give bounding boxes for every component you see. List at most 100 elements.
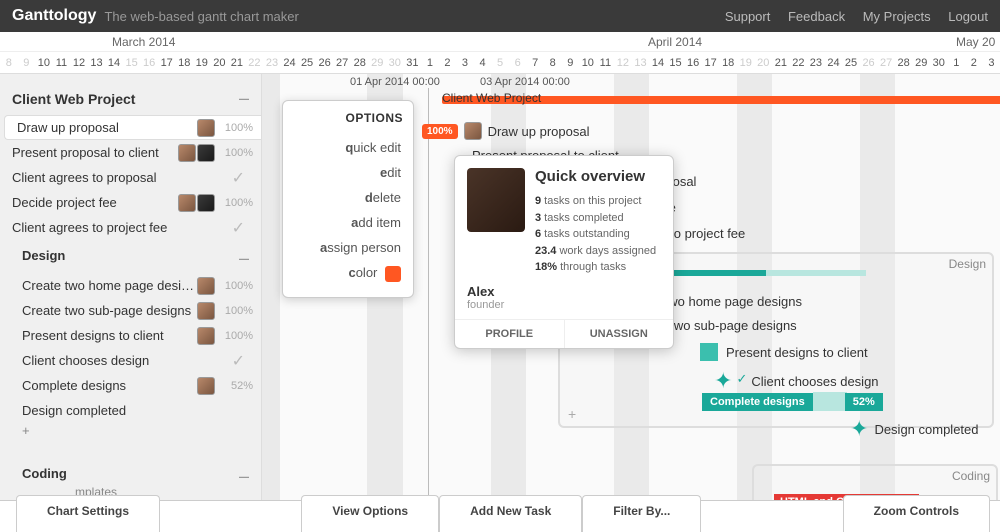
day-cell[interactable]: 17 bbox=[158, 52, 176, 73]
day-cell[interactable]: 18 bbox=[175, 52, 193, 73]
unassign-button[interactable]: UNASSIGN bbox=[565, 320, 674, 348]
day-cell[interactable]: 21 bbox=[228, 52, 246, 73]
day-cell[interactable]: 18 bbox=[719, 52, 737, 73]
day-cell[interactable]: 12 bbox=[614, 52, 632, 73]
day-cell[interactable]: 28 bbox=[895, 52, 913, 73]
day-cell[interactable]: 1 bbox=[948, 52, 966, 73]
day-cell[interactable]: 16 bbox=[140, 52, 158, 73]
day-cell[interactable]: 7 bbox=[526, 52, 544, 73]
day-cell[interactable]: 24 bbox=[825, 52, 843, 73]
day-cell[interactable]: 6 bbox=[509, 52, 527, 73]
design-header[interactable]: Design – bbox=[0, 240, 261, 273]
day-cell[interactable]: 8 bbox=[544, 52, 562, 73]
task-row[interactable]: Complete designs52% bbox=[0, 373, 261, 398]
day-cell[interactable]: 3 bbox=[983, 52, 1000, 73]
day-cell[interactable]: 21 bbox=[772, 52, 790, 73]
add-task-icon[interactable]: + bbox=[0, 423, 261, 438]
task-row[interactable]: Create two home page designs100% bbox=[0, 273, 261, 298]
day-cell[interactable]: 13 bbox=[632, 52, 650, 73]
day-cell[interactable]: 14 bbox=[649, 52, 667, 73]
task-row[interactable]: Client agrees to proposal✓ bbox=[0, 165, 261, 190]
chart-settings-button[interactable]: Chart Settings bbox=[16, 495, 160, 532]
day-cell[interactable]: 15 bbox=[667, 52, 685, 73]
day-cell[interactable]: 24 bbox=[281, 52, 299, 73]
task-row[interactable]: Decide project fee100% bbox=[0, 190, 261, 215]
avatar-icon[interactable] bbox=[197, 327, 215, 345]
filter-by-button[interactable]: Filter By... bbox=[582, 495, 701, 532]
option-item[interactable]: color bbox=[293, 260, 403, 287]
task-row[interactable]: Client chooses design✓ bbox=[0, 348, 261, 373]
day-cell[interactable]: 19 bbox=[737, 52, 755, 73]
day-cell[interactable]: 19 bbox=[193, 52, 211, 73]
day-cell[interactable]: 12 bbox=[70, 52, 88, 73]
nav-my-projects[interactable]: My Projects bbox=[863, 9, 931, 24]
day-cell[interactable]: 2 bbox=[965, 52, 983, 73]
option-item[interactable]: edit bbox=[293, 160, 403, 185]
task-row[interactable]: Client agrees to project fee✓ bbox=[0, 215, 261, 240]
day-cell[interactable]: 11 bbox=[53, 52, 71, 73]
day-cell[interactable]: 20 bbox=[211, 52, 229, 73]
option-item[interactable]: add item bbox=[293, 210, 403, 235]
day-cell[interactable]: 25 bbox=[298, 52, 316, 73]
avatar-icon[interactable] bbox=[464, 122, 482, 140]
add-icon[interactable]: + bbox=[568, 406, 576, 422]
day-cell[interactable]: 28 bbox=[351, 52, 369, 73]
day-cell[interactable]: 26 bbox=[316, 52, 334, 73]
day-cell[interactable]: 14 bbox=[105, 52, 123, 73]
day-cell[interactable]: 22 bbox=[246, 52, 264, 73]
task-bar[interactable]: Complete designs bbox=[702, 393, 813, 411]
collapse-icon[interactable]: – bbox=[239, 466, 249, 487]
day-cell[interactable]: 17 bbox=[702, 52, 720, 73]
timeline-days[interactable]: 8910111213141516171819202122232425262728… bbox=[0, 52, 1000, 74]
zoom-controls-button[interactable]: Zoom Controls bbox=[843, 495, 990, 532]
day-cell[interactable]: 26 bbox=[860, 52, 878, 73]
task-row[interactable]: Present designs to client100% bbox=[0, 323, 261, 348]
view-options-button[interactable]: View Options bbox=[301, 495, 439, 532]
add-new-task-button[interactable]: Add New Task bbox=[439, 495, 582, 532]
option-item[interactable]: delete bbox=[293, 185, 403, 210]
chart-row[interactable]: 100% Draw up proposal bbox=[422, 122, 589, 140]
day-cell[interactable]: 29 bbox=[368, 52, 386, 73]
day-cell[interactable]: 31 bbox=[404, 52, 422, 73]
day-cell[interactable]: 5 bbox=[491, 52, 509, 73]
option-item[interactable]: assign person bbox=[293, 235, 403, 260]
profile-button[interactable]: PROFILE bbox=[455, 320, 565, 348]
day-cell[interactable]: 9 bbox=[562, 52, 580, 73]
chart-row[interactable]: ✦ Design completed bbox=[850, 416, 979, 442]
day-cell[interactable]: 30 bbox=[930, 52, 948, 73]
chart-row[interactable]: ✦ ✓ Client chooses design bbox=[714, 368, 879, 394]
person-avatar[interactable] bbox=[467, 168, 525, 232]
day-cell[interactable]: 22 bbox=[790, 52, 808, 73]
day-cell[interactable]: 20 bbox=[755, 52, 773, 73]
day-cell[interactable]: 29 bbox=[912, 52, 930, 73]
day-cell[interactable]: 8 bbox=[0, 52, 18, 73]
day-cell[interactable]: 23 bbox=[807, 52, 825, 73]
avatar-icon[interactable] bbox=[197, 144, 215, 162]
task-row[interactable]: Draw up proposal100% bbox=[4, 115, 261, 140]
nav-feedback[interactable]: Feedback bbox=[788, 9, 845, 24]
day-cell[interactable]: 10 bbox=[579, 52, 597, 73]
collapse-icon[interactable]: – bbox=[239, 88, 249, 109]
avatar-icon[interactable] bbox=[178, 144, 196, 162]
day-cell[interactable]: 9 bbox=[18, 52, 36, 73]
option-item[interactable]: quick edit bbox=[293, 135, 403, 160]
day-cell[interactable]: 10 bbox=[35, 52, 53, 73]
day-cell[interactable]: 30 bbox=[386, 52, 404, 73]
avatar-icon[interactable] bbox=[197, 377, 215, 395]
day-cell[interactable]: 16 bbox=[684, 52, 702, 73]
collapse-icon[interactable]: – bbox=[239, 248, 249, 269]
avatar-icon[interactable] bbox=[197, 119, 215, 137]
nav-support[interactable]: Support bbox=[725, 9, 771, 24]
avatar-icon[interactable] bbox=[197, 302, 215, 320]
task-row[interactable]: Present proposal to client100% bbox=[0, 140, 261, 165]
task-bar[interactable] bbox=[700, 343, 718, 361]
day-cell[interactable]: 15 bbox=[123, 52, 141, 73]
day-cell[interactable]: 2 bbox=[439, 52, 457, 73]
coding-header[interactable]: Coding – bbox=[0, 458, 261, 491]
day-cell[interactable]: 25 bbox=[842, 52, 860, 73]
avatar-icon[interactable] bbox=[197, 277, 215, 295]
day-cell[interactable]: 27 bbox=[877, 52, 895, 73]
avatar-icon[interactable] bbox=[178, 194, 196, 212]
day-cell[interactable]: 27 bbox=[333, 52, 351, 73]
day-cell[interactable]: 11 bbox=[597, 52, 615, 73]
